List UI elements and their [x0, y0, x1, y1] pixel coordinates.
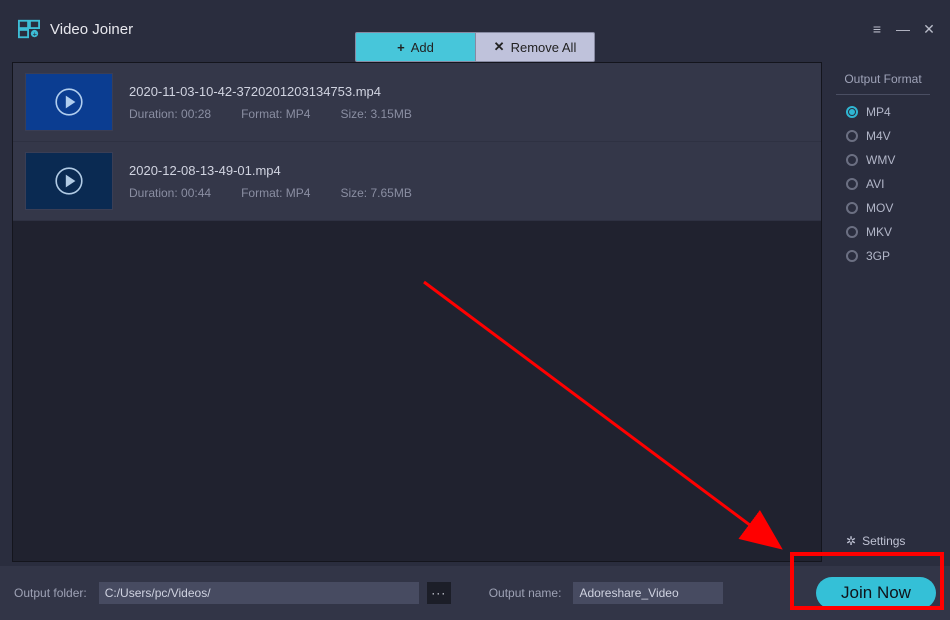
- plus-icon: +: [397, 40, 405, 55]
- file-row[interactable]: 2020-12-08-13-49-01.mp4 Duration: 00:44 …: [13, 142, 821, 221]
- file-stats: Duration: 00:44 Format: MP4 Size: 7.65MB: [129, 186, 412, 200]
- video-thumbnail[interactable]: [25, 152, 113, 210]
- output-folder-input[interactable]: [99, 582, 419, 604]
- sidebar: Output Format MP4 M4V WMV AVI MOV MKV 3G…: [828, 62, 938, 562]
- video-thumbnail[interactable]: [25, 73, 113, 131]
- format-option-3gp[interactable]: 3GP: [846, 249, 938, 263]
- svg-text:+: +: [33, 29, 37, 38]
- radio-icon: [846, 154, 858, 166]
- remove-all-button[interactable]: ✕ Remove All: [475, 32, 595, 62]
- play-icon: [53, 165, 85, 197]
- close-icon[interactable]: ✕: [922, 21, 936, 38]
- toolbar: + Add ✕ Remove All: [0, 32, 950, 62]
- file-meta: 2020-12-08-13-49-01.mp4 Duration: 00:44 …: [129, 163, 412, 200]
- file-duration: Duration: 00:28: [129, 107, 211, 121]
- output-name-label: Output name:: [489, 586, 562, 600]
- radio-icon: [846, 178, 858, 190]
- radio-icon: [846, 226, 858, 238]
- minimize-icon[interactable]: —: [896, 21, 910, 37]
- format-option-mp4[interactable]: MP4: [846, 105, 938, 119]
- file-size: Size: 7.65MB: [340, 186, 411, 200]
- format-option-mkv[interactable]: MKV: [846, 225, 938, 239]
- radio-icon: [846, 130, 858, 142]
- format-option-avi[interactable]: AVI: [846, 177, 938, 191]
- add-button-label: Add: [411, 40, 434, 55]
- file-name: 2020-12-08-13-49-01.mp4: [129, 163, 412, 178]
- file-meta: 2020-11-03-10-42-3720201203134753.mp4 Du…: [129, 84, 412, 121]
- menu-icon[interactable]: ≡: [870, 21, 884, 37]
- app-title: Video Joiner: [50, 21, 133, 38]
- file-duration: Duration: 00:44: [129, 186, 211, 200]
- settings-link[interactable]: ✲ Settings: [828, 534, 938, 562]
- gear-icon: ✲: [846, 534, 856, 548]
- file-list-panel: 2020-11-03-10-42-3720201203134753.mp4 Du…: [12, 62, 822, 562]
- file-stats: Duration: 00:28 Format: MP4 Size: 3.15MB: [129, 107, 412, 121]
- file-row[interactable]: 2020-11-03-10-42-3720201203134753.mp4 Du…: [13, 63, 821, 142]
- output-folder-label: Output folder:: [14, 586, 87, 600]
- join-now-button[interactable]: Join Now: [816, 577, 936, 609]
- radio-icon: [846, 106, 858, 118]
- format-option-wmv[interactable]: WMV: [846, 153, 938, 167]
- window-controls: ≡ — ✕: [870, 21, 936, 38]
- file-name: 2020-11-03-10-42-3720201203134753.mp4: [129, 84, 412, 99]
- bottom-bar: Output folder: ··· Output name: Join Now: [0, 566, 950, 620]
- main-content: 2020-11-03-10-42-3720201203134753.mp4 Du…: [12, 62, 938, 562]
- radio-icon: [846, 250, 858, 262]
- format-option-m4v[interactable]: M4V: [846, 129, 938, 143]
- file-format: Format: MP4: [241, 186, 310, 200]
- file-size: Size: 3.15MB: [340, 107, 411, 121]
- remove-all-label: Remove All: [511, 40, 577, 55]
- format-option-mov[interactable]: MOV: [846, 201, 938, 215]
- settings-label: Settings: [862, 534, 905, 548]
- radio-icon: [846, 202, 858, 214]
- output-name-input[interactable]: [573, 582, 723, 604]
- x-icon: ✕: [494, 39, 505, 55]
- play-icon: [53, 86, 85, 118]
- add-button[interactable]: + Add: [355, 32, 475, 62]
- browse-folder-button[interactable]: ···: [427, 582, 451, 604]
- file-format: Format: MP4: [241, 107, 310, 121]
- titlebar-left: + Video Joiner: [18, 18, 133, 40]
- app-logo-icon: +: [18, 18, 40, 40]
- format-list: MP4 M4V WMV AVI MOV MKV 3GP: [828, 105, 938, 263]
- output-format-title: Output Format: [836, 62, 930, 95]
